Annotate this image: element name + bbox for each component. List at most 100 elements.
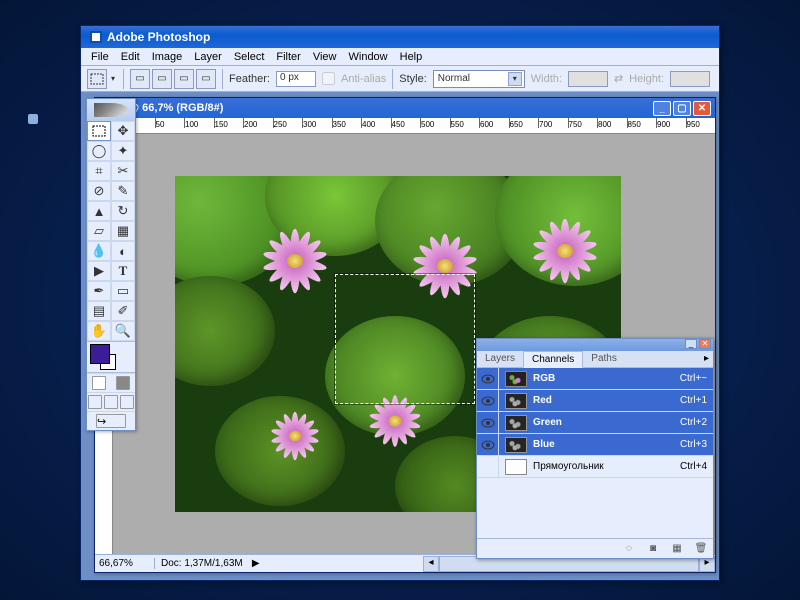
blur-tool[interactable]: 💧 — [87, 241, 111, 261]
crop-tool[interactable]: ⌗ — [87, 161, 111, 181]
new-channel-icon[interactable]: ▦ — [669, 542, 685, 556]
minimize-button[interactable]: _ — [653, 101, 671, 116]
current-tool-icon[interactable] — [87, 69, 107, 89]
channel-shortcut: Ctrl+2 — [680, 417, 713, 428]
add-selection-button[interactable]: ▭ — [152, 69, 172, 89]
standard-mode-button[interactable] — [92, 376, 106, 390]
screen-mode-3-button[interactable] — [120, 395, 134, 409]
toolbox-header[interactable] — [87, 99, 135, 121]
marquee-tool[interactable] — [87, 121, 111, 141]
info-menu-icon[interactable]: ▶ — [249, 558, 263, 569]
visibility-eye-icon[interactable] — [477, 368, 499, 389]
screen-mode-2-button[interactable] — [104, 395, 118, 409]
panel-menu-icon[interactable]: ▸ — [700, 351, 713, 367]
history-brush-tool[interactable]: ↻ — [111, 201, 135, 221]
screen-mode-1-button[interactable] — [88, 395, 102, 409]
channel-row-green[interactable]: Green Ctrl+2 — [477, 412, 713, 434]
menu-view[interactable]: View — [307, 49, 343, 65]
jump-to-imageready-button[interactable]: ↪ — [96, 414, 126, 428]
horizontal-ruler: 0501001502002503003504004505005506006507… — [113, 118, 715, 134]
channel-row-rgb[interactable]: RGBCtrl+~ — [477, 368, 713, 390]
app-title: Adobe Photoshop — [107, 30, 715, 44]
magic-wand-tool[interactable]: ✦ — [111, 141, 135, 161]
visibility-eye-icon[interactable] — [477, 434, 499, 455]
tab-paths[interactable]: Paths — [583, 351, 625, 367]
tab-layers[interactable]: Layers — [477, 351, 523, 367]
brush-tool[interactable]: ✎ — [111, 181, 135, 201]
color-swatches[interactable] — [87, 342, 135, 372]
feather-input[interactable]: 0 px — [276, 71, 316, 87]
hand-tool[interactable]: ✋ — [87, 321, 111, 341]
foreground-color[interactable] — [90, 344, 110, 364]
doc-info[interactable]: Doc: 1,37M/1,63M — [155, 558, 249, 569]
save-selection-icon[interactable]: ◙ — [645, 542, 661, 556]
panel-minimize-button[interactable]: _ — [685, 339, 697, 349]
eraser-tool[interactable]: ▱ — [87, 221, 111, 241]
intersect-selection-button[interactable]: ▭ — [196, 69, 216, 89]
quickmask-mode-button[interactable] — [116, 376, 130, 390]
panel-close-button[interactable]: ✕ — [699, 339, 711, 349]
menu-edit[interactable]: Edit — [115, 49, 146, 65]
tab-channels[interactable]: Channels — [523, 351, 583, 368]
channel-row-red[interactable]: Red Ctrl+1 — [477, 390, 713, 412]
menu-help[interactable]: Help — [394, 49, 429, 65]
subtract-selection-button[interactable]: ▭ — [174, 69, 194, 89]
app-icon — [89, 30, 103, 44]
slice-tool[interactable]: ✂ — [111, 161, 135, 181]
menu-bar[interactable]: File Edit Image Layer Select Filter View… — [81, 48, 719, 66]
menu-file[interactable]: File — [85, 49, 115, 65]
photoshop-feather-icon — [94, 103, 128, 117]
feather-label: Feather: — [229, 73, 270, 85]
path-selection-tool[interactable]: ▶ — [87, 261, 111, 281]
menu-layer[interactable]: Layer — [188, 49, 228, 65]
visibility-eye-icon[interactable] — [477, 412, 499, 433]
menu-image[interactable]: Image — [146, 49, 189, 65]
lasso-tool[interactable]: ◯ — [87, 141, 111, 161]
dodge-tool[interactable]: ◐ — [111, 241, 135, 261]
load-selection-icon[interactable]: ◌ — [621, 542, 637, 556]
swap-wh-icon: ⇄ — [614, 72, 623, 85]
toolbox[interactable]: ✥ ◯ ✦ ⌗ ✂ ⊘ ✎ ▲ ↻ ▱ ▦ 💧 ◐ ▶ T ✒ ▭ ▤ ✐ ✋ … — [86, 98, 136, 431]
tool-preset-dropdown-icon[interactable]: ▾ — [109, 74, 117, 83]
channel-row-прямоугольник[interactable]: ПрямоугольникCtrl+4 — [477, 456, 713, 478]
shape-tool[interactable]: ▭ — [111, 281, 135, 301]
menu-window[interactable]: Window — [343, 49, 394, 65]
style-label: Style: — [399, 73, 427, 85]
delete-channel-icon[interactable]: 🗑 — [693, 542, 709, 556]
eyedropper-tool[interactable]: ✐ — [111, 301, 135, 321]
document-titlebar[interactable]: и.jpg @ 66,7% (RGB/8#) _ ▢ ✕ — [95, 98, 715, 118]
healing-brush-tool[interactable]: ⊘ — [87, 181, 111, 201]
close-button[interactable]: ✕ — [693, 101, 711, 116]
channel-shortcut: Ctrl+1 — [680, 395, 713, 406]
channels-panel[interactable]: _ ✕ Layers Channels Paths ▸ RGBCtrl+~Red… — [476, 338, 714, 559]
new-selection-button[interactable]: ▭ — [130, 69, 150, 89]
move-tool[interactable]: ✥ — [111, 121, 135, 141]
channel-name: Green — [533, 417, 562, 428]
panel-titlebar[interactable]: _ ✕ — [477, 339, 713, 351]
gradient-tool[interactable]: ▦ — [111, 221, 135, 241]
clone-stamp-tool[interactable]: ▲ — [87, 201, 111, 221]
channel-name: Red — [533, 395, 552, 406]
height-label: Height: — [629, 73, 664, 85]
notes-tool[interactable]: ▤ — [87, 301, 111, 321]
pen-tool[interactable]: ✒ — [87, 281, 111, 301]
channel-thumbnail — [505, 371, 527, 387]
zoom-level[interactable]: 66,67% — [95, 558, 155, 569]
channel-row-blue[interactable]: BlueCtrl+3 — [477, 434, 713, 456]
channel-name: Blue — [533, 439, 555, 450]
channel-name: RGB — [533, 373, 555, 384]
channel-thumbnail — [505, 393, 527, 409]
select-arrow-icon[interactable]: ▾ — [508, 72, 522, 86]
visibility-eye-icon[interactable] — [477, 390, 499, 411]
marquee-selection[interactable] — [335, 274, 475, 404]
visibility-eye-icon[interactable] — [477, 456, 499, 477]
height-input — [670, 71, 710, 87]
scroll-left-icon[interactable]: ◂ — [423, 556, 439, 572]
menu-select[interactable]: Select — [228, 49, 271, 65]
type-tool[interactable]: T — [111, 261, 135, 281]
panel-footer: ◌ ◙ ▦ 🗑 — [477, 538, 713, 558]
zoom-tool[interactable]: 🔍 — [111, 321, 135, 341]
maximize-button[interactable]: ▢ — [673, 101, 691, 116]
style-select[interactable]: Normal ▾ — [433, 70, 525, 88]
menu-filter[interactable]: Filter — [270, 49, 306, 65]
